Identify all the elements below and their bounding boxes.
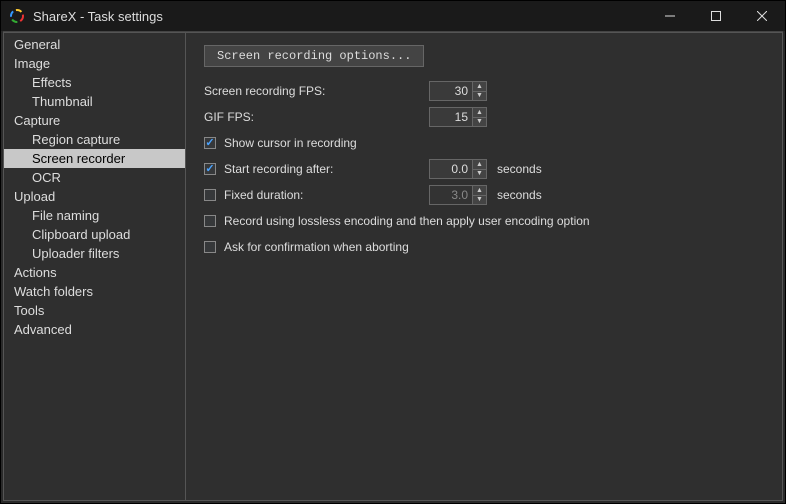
- spinner-arrows: ▲ ▼: [472, 186, 486, 204]
- fps-label: Screen recording FPS:: [204, 84, 429, 98]
- fps-value: 30: [430, 84, 472, 98]
- show-cursor-label: Show cursor in recording: [224, 136, 357, 150]
- lossless-label: Record using lossless encoding and then …: [224, 214, 590, 228]
- show-cursor-checkbox[interactable]: [204, 137, 216, 149]
- spinner-arrows: ▲ ▼: [472, 108, 486, 126]
- lossless-row: Record using lossless encoding and then …: [204, 209, 764, 233]
- fixed-duration-checkbox[interactable]: [204, 189, 216, 201]
- sidebar-item-tools[interactable]: Tools: [4, 301, 185, 320]
- show-cursor-row: Show cursor in recording: [204, 131, 764, 155]
- gif-fps-value: 15: [430, 110, 472, 124]
- start-after-spinner[interactable]: 0.0 ▲ ▼: [429, 159, 487, 179]
- fixed-duration-row: Fixed duration: 3.0 ▲ ▼ seconds: [204, 183, 764, 207]
- spinner-down-icon[interactable]: ▼: [473, 118, 486, 127]
- spinner-down-icon[interactable]: ▼: [473, 92, 486, 101]
- titlebar[interactable]: ShareX - Task settings: [1, 1, 785, 31]
- window-controls: [647, 1, 785, 31]
- settings-content: Screen recording options... Screen recor…: [186, 32, 783, 501]
- sidebar-item-actions[interactable]: Actions: [4, 263, 185, 282]
- start-after-unit: seconds: [497, 162, 542, 176]
- spinner-up-icon[interactable]: ▲: [473, 108, 486, 118]
- task-settings-window: ShareX - Task settings GeneralImageEffec…: [0, 0, 786, 504]
- sidebar-item-thumbnail[interactable]: Thumbnail: [4, 92, 185, 111]
- spinner-arrows: ▲ ▼: [472, 82, 486, 100]
- screen-recording-options-button[interactable]: Screen recording options...: [204, 45, 424, 67]
- spinner-up-icon: ▲: [473, 186, 486, 196]
- gif-fps-label: GIF FPS:: [204, 110, 429, 124]
- maximize-button[interactable]: [693, 1, 739, 31]
- sidebar-item-capture[interactable]: Capture: [4, 111, 185, 130]
- sidebar-item-advanced[interactable]: Advanced: [4, 320, 185, 339]
- sidebar-item-region-capture[interactable]: Region capture: [4, 130, 185, 149]
- sidebar-item-watch-folders[interactable]: Watch folders: [4, 282, 185, 301]
- fps-row: Screen recording FPS: 30 ▲ ▼: [204, 79, 764, 103]
- spinner-up-icon[interactable]: ▲: [473, 82, 486, 92]
- spinner-arrows: ▲ ▼: [472, 160, 486, 178]
- sidebar-item-file-naming[interactable]: File naming: [4, 206, 185, 225]
- settings-sidebar: GeneralImageEffectsThumbnailCaptureRegio…: [3, 32, 186, 501]
- fixed-duration-spinner: 3.0 ▲ ▼: [429, 185, 487, 205]
- start-after-row: Start recording after: 0.0 ▲ ▼ seconds: [204, 157, 764, 181]
- confirm-abort-label: Ask for confirmation when aborting: [224, 240, 409, 254]
- fps-spinner[interactable]: 30 ▲ ▼: [429, 81, 487, 101]
- sidebar-item-effects[interactable]: Effects: [4, 73, 185, 92]
- sidebar-item-clipboard-upload[interactable]: Clipboard upload: [4, 225, 185, 244]
- sidebar-item-ocr[interactable]: OCR: [4, 168, 185, 187]
- confirm-abort-checkbox[interactable]: [204, 241, 216, 253]
- sidebar-item-general[interactable]: General: [4, 35, 185, 54]
- spinner-down-icon: ▼: [473, 196, 486, 205]
- window-body: GeneralImageEffectsThumbnailCaptureRegio…: [3, 31, 783, 501]
- lossless-checkbox[interactable]: [204, 215, 216, 227]
- fixed-duration-value: 3.0: [430, 188, 472, 202]
- sidebar-item-upload[interactable]: Upload: [4, 187, 185, 206]
- sidebar-item-image[interactable]: Image: [4, 54, 185, 73]
- start-after-value: 0.0: [430, 162, 472, 176]
- gif-fps-spinner[interactable]: 15 ▲ ▼: [429, 107, 487, 127]
- spinner-up-icon[interactable]: ▲: [473, 160, 486, 170]
- spinner-down-icon[interactable]: ▼: [473, 170, 486, 179]
- sidebar-item-screen-recorder[interactable]: Screen recorder: [4, 149, 185, 168]
- close-button[interactable]: [739, 1, 785, 31]
- start-after-label: Start recording after:: [224, 162, 333, 176]
- start-after-checkbox[interactable]: [204, 163, 216, 175]
- app-icon: [9, 8, 25, 24]
- fixed-duration-label: Fixed duration:: [224, 188, 303, 202]
- window-title: ShareX - Task settings: [33, 9, 647, 24]
- minimize-button[interactable]: [647, 1, 693, 31]
- fixed-duration-unit: seconds: [497, 188, 542, 202]
- gif-fps-row: GIF FPS: 15 ▲ ▼: [204, 105, 764, 129]
- sidebar-item-uploader-filters[interactable]: Uploader filters: [4, 244, 185, 263]
- confirm-abort-row: Ask for confirmation when aborting: [204, 235, 764, 259]
